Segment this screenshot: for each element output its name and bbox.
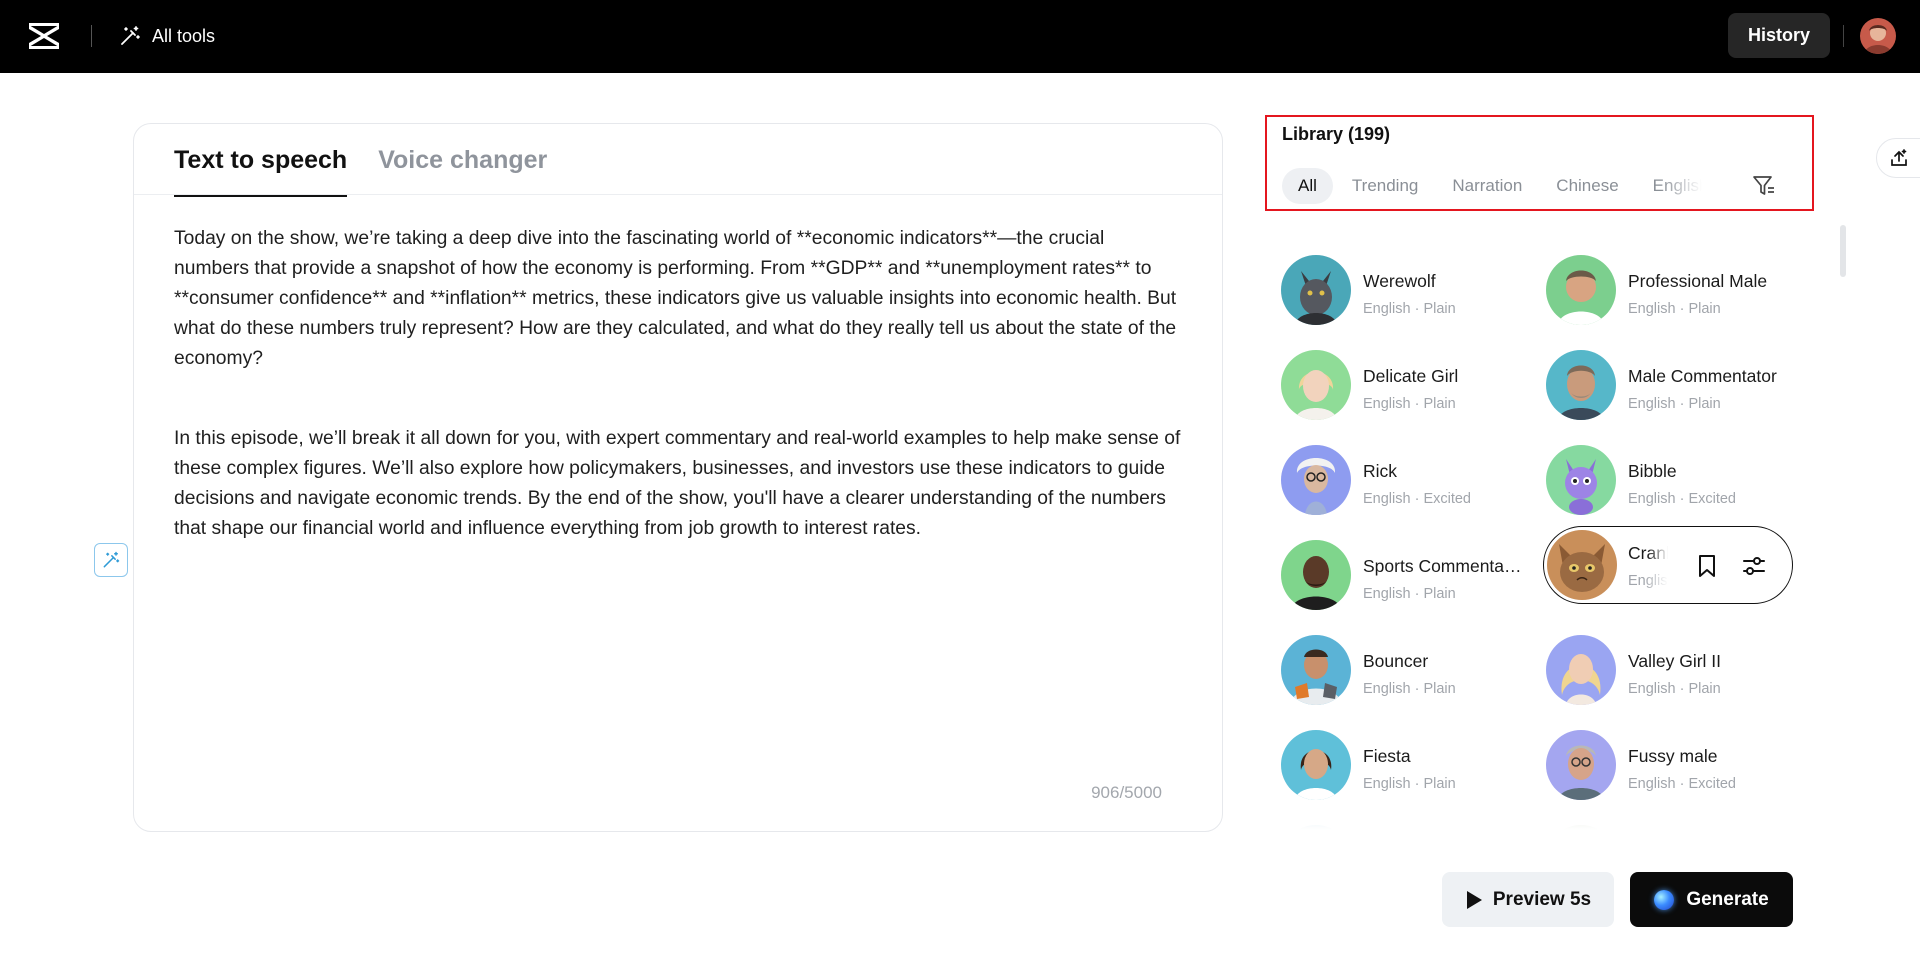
preview-label: Preview 5s [1492, 888, 1592, 910]
filter-chip-all[interactable]: All [1282, 168, 1333, 204]
voice-item[interactable]: Professional Male English · Plain [1530, 245, 1785, 325]
voice-name: Professional Male [1628, 271, 1768, 291]
all-tools-button[interactable]: All tools [118, 22, 215, 50]
voice-name: Rick [1363, 461, 1398, 481]
voice-avatar [1281, 635, 1351, 705]
magic-wand-icon [103, 551, 120, 568]
voice-meta: English · Plain [1628, 573, 1668, 589]
voice-avatar [1281, 540, 1351, 610]
filter-chip-narration[interactable]: Narration [1437, 168, 1537, 204]
magic-wand-icon [121, 26, 140, 45]
voice-avatar [1546, 635, 1616, 705]
voice-avatar [1546, 730, 1616, 800]
generate-button[interactable]: Generate [1630, 872, 1793, 927]
voice-item[interactable]: Valley Girl II English · Plain [1530, 625, 1785, 705]
voice-meta: English · Plain [1363, 301, 1456, 317]
voice-item[interactable]: Fiesta English · Plain [1265, 720, 1520, 800]
voice-meta: English · Excited [1628, 491, 1736, 507]
filter-chip-english[interactable]: English [1638, 168, 1702, 204]
preview-button[interactable]: Preview 5s [1442, 872, 1614, 927]
voice-avatar [1281, 445, 1351, 515]
top-bar: All tools History [0, 0, 1920, 73]
voice-name: Valley Girl II [1628, 651, 1722, 671]
library-title: Library (199) [1282, 124, 1391, 144]
voice-name: Delicate Girl [1363, 366, 1459, 386]
voice-avatar [1547, 530, 1617, 600]
divider [91, 25, 92, 47]
tab-text-to-speech[interactable]: Text to speech [174, 144, 348, 197]
tab-voice-changer[interactable]: Voice changer [378, 144, 547, 188]
voice-item[interactable]: Rick English · Excited [1265, 435, 1520, 515]
text-editor-card: Text to speech Voice changer Today on th… [133, 123, 1223, 832]
voice-meta: English · Plain [1363, 776, 1456, 792]
voice-meta: English · Excited [1363, 491, 1471, 507]
filter-chip-trending[interactable]: Trending [1337, 168, 1433, 204]
voice-name: Bouncer [1363, 651, 1429, 671]
voice-meta: English · Plain [1363, 586, 1456, 602]
all-tools-label: All tools [152, 25, 216, 46]
filter-icon[interactable] [1752, 173, 1776, 199]
voice-item[interactable]: Werewolf English · Plain [1265, 245, 1520, 325]
voice-name: Werewolf [1363, 271, 1436, 291]
voice-name: Sports Commentator [1363, 556, 1523, 576]
script-textarea[interactable]: Today on the show, we’re taking a deep d… [174, 224, 1184, 544]
voice-item[interactable]: Delicate Girl English · Plain [1265, 340, 1520, 420]
voice-avatar [1546, 350, 1616, 420]
voice-item[interactable]: Sports Commentator English · Plain [1265, 530, 1523, 610]
filter-chip-chinese[interactable]: Chinese [1541, 168, 1633, 204]
user-avatar[interactable] [1860, 18, 1896, 54]
library-scrollbar[interactable] [1840, 225, 1846, 277]
voice-meta: English · Plain [1363, 681, 1456, 697]
voice-meta: English · Plain [1363, 396, 1456, 412]
voice-avatar [1281, 730, 1351, 800]
generate-orb-icon [1654, 889, 1675, 910]
capcut-logo-icon[interactable] [26, 20, 62, 52]
voice-name: Male Commentator [1628, 366, 1777, 386]
ai-writer-button[interactable] [94, 543, 128, 577]
voice-meta: English · Excited [1628, 776, 1736, 792]
voice-meta: English · Plain [1628, 301, 1721, 317]
voice-meta: English · Plain [1628, 396, 1721, 412]
voice-avatar [1281, 255, 1351, 325]
adjust-sliders-icon[interactable] [1741, 553, 1767, 579]
tabs-divider [134, 194, 1222, 195]
list-fade [1265, 800, 1805, 835]
library-filter-chips: All Trending Narration Chinese English [1282, 168, 1706, 204]
voice-item[interactable]: Male Commentator English · Plain [1530, 340, 1785, 420]
voice-avatar [1546, 445, 1616, 515]
voice-item[interactable]: Fussy male English · Excited [1530, 720, 1785, 800]
voice-name: Bibble [1628, 461, 1677, 481]
voice-item-hovered[interactable]: Cranky Cat English · Plain [1543, 526, 1793, 604]
character-counter: 906/5000 [1091, 783, 1162, 802]
voice-name: Fussy male [1628, 746, 1718, 766]
bookmark-icon[interactable] [1695, 553, 1719, 579]
history-button[interactable]: History [1728, 13, 1830, 58]
divider [1843, 25, 1844, 47]
voice-meta: English · Plain [1628, 681, 1721, 697]
voice-avatar [1546, 255, 1616, 325]
voice-avatar [1281, 350, 1351, 420]
voice-item[interactable]: Bibble English · Excited [1530, 435, 1785, 515]
upload-icon [1891, 149, 1907, 166]
script-paragraph: In this episode, we’ll break it all down… [174, 428, 1181, 539]
script-paragraph: Today on the show, we’re taking a deep d… [174, 228, 1177, 369]
generate-label: Generate [1686, 888, 1769, 910]
mode-tabs: Text to speech Voice changer [174, 144, 547, 197]
voice-name: Cranky Cat [1628, 543, 1668, 563]
play-icon [1466, 890, 1482, 909]
voice-name: Fiesta [1363, 746, 1411, 766]
voice-item[interactable]: Bouncer English · Plain [1265, 625, 1520, 705]
upload-voice-button[interactable] [1876, 138, 1920, 178]
